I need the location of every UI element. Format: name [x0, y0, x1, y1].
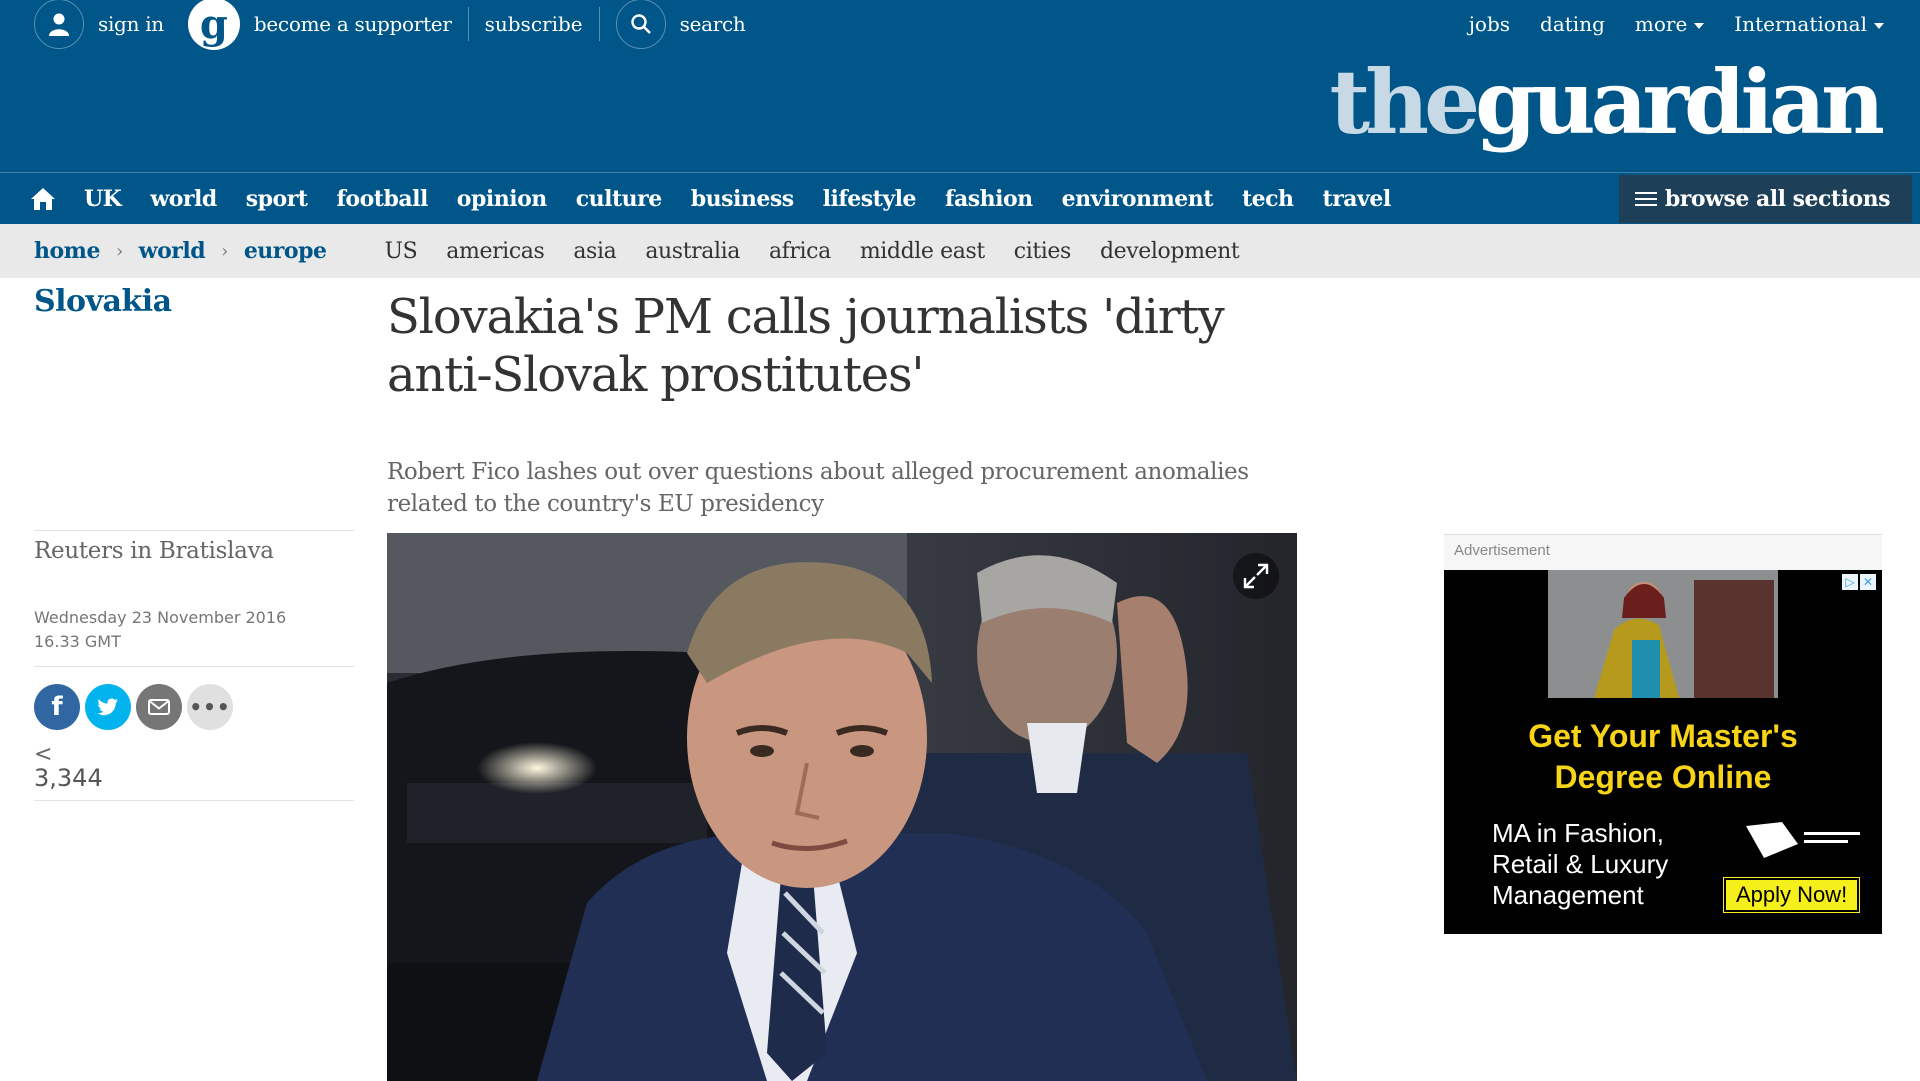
nav-environment[interactable]: environment: [1062, 186, 1214, 212]
subnav-middle-east[interactable]: middle east: [860, 239, 985, 264]
divider: [467, 7, 469, 41]
chevron-down-icon: [1874, 22, 1884, 29]
ad-headline-line-1: Get Your Master's: [1528, 718, 1798, 754]
subnav-asia[interactable]: asia: [573, 239, 616, 264]
share-icon: <: [34, 742, 53, 767]
nav-opinion[interactable]: opinion: [457, 186, 547, 212]
main-image-illustration: [387, 533, 1297, 1081]
menu-icon: [1634, 188, 1657, 210]
ad-image: [1548, 570, 1778, 698]
search-link[interactable]: search: [615, 0, 746, 49]
subnav-us[interactable]: US: [384, 239, 417, 264]
edition-label: International: [1734, 12, 1867, 36]
divider: [598, 7, 600, 41]
ad-headline-line-2: Degree Online: [1554, 759, 1772, 795]
more-icon[interactable]: •••: [187, 684, 233, 730]
subnav-australia[interactable]: australia: [645, 239, 740, 264]
ad-body: MA in Fashion, Retail & Luxury Managemen…: [1492, 818, 1668, 911]
subnav-cities[interactable]: cities: [1014, 239, 1072, 264]
ad-school-logo: [1746, 822, 1860, 858]
edition-menu[interactable]: International: [1734, 12, 1884, 36]
share-count: < 3,344: [34, 742, 103, 793]
main-image[interactable]: [387, 533, 1297, 1081]
nav-fashion[interactable]: fashion: [945, 186, 1033, 212]
user-icon: [34, 0, 84, 49]
sign-in-label: sign in: [98, 12, 164, 36]
guardian-g-logo: g: [187, 0, 240, 50]
advertisement[interactable]: ▷ ✕ Get Your Master's Degree Online MA i…: [1444, 570, 1882, 934]
twitter-icon[interactable]: [85, 684, 131, 730]
divider: [34, 530, 354, 531]
nav-sport[interactable]: sport: [246, 186, 308, 212]
logo-the: the: [1329, 50, 1481, 154]
logo-guardian: guardian: [1475, 50, 1885, 154]
subscribe-link[interactable]: subscribe: [485, 12, 583, 36]
sign-in-link[interactable]: sign in: [34, 0, 164, 49]
ad-choices-icon: ▷: [1842, 574, 1858, 590]
main-nav: UK world sport football opinion culture …: [0, 172, 1920, 224]
nav-uk[interactable]: UK: [84, 186, 122, 212]
top-bar: sign in g become a supporter subscribe s…: [34, 0, 746, 50]
ad-headline: Get Your Master's Degree Online: [1444, 716, 1882, 798]
search-icon: [615, 0, 666, 49]
divider: [34, 666, 354, 667]
search-label: search: [679, 12, 746, 36]
ad-body-line-1: MA in Fashion,: [1492, 818, 1664, 848]
close-icon: ✕: [1860, 574, 1876, 590]
become-supporter-link[interactable]: g become a supporter: [164, 0, 452, 50]
breadcrumb-home[interactable]: home: [34, 238, 100, 264]
ad-label: Advertisement: [1454, 542, 1550, 559]
breadcrumb: home › world › europe: [34, 238, 327, 264]
byline: Reuters in Bratislava: [34, 538, 274, 564]
become-supporter-label: become a supporter: [253, 12, 452, 36]
ad-body-line-2: Retail & Luxury: [1492, 849, 1669, 879]
nav-travel[interactable]: travel: [1323, 186, 1392, 212]
share-count-value: 3,344: [34, 764, 103, 792]
chevron-down-icon: [1694, 22, 1705, 29]
nav-lifestyle[interactable]: lifestyle: [823, 186, 917, 212]
jobs-link[interactable]: jobs: [1469, 12, 1510, 36]
nav-football[interactable]: football: [336, 186, 428, 212]
more-menu[interactable]: more: [1634, 12, 1705, 36]
nav-business[interactable]: business: [691, 186, 794, 212]
browse-label: browse all sections: [1664, 186, 1891, 212]
browse-all-sections-button[interactable]: browse all sections: [1618, 175, 1912, 223]
standfirst: Robert Fico lashes out over questions ab…: [387, 459, 1249, 517]
publish-day: Wednesday 23 November 2016: [34, 608, 287, 627]
expand-icon[interactable]: [1233, 553, 1279, 599]
ad-body-line-3: Management: [1492, 880, 1644, 910]
divider: [34, 800, 354, 801]
chevron-right-icon: ›: [115, 240, 123, 262]
nav-culture[interactable]: culture: [576, 186, 663, 212]
subnav-americas[interactable]: americas: [446, 239, 544, 264]
email-icon[interactable]: [136, 684, 182, 730]
guardian-logo[interactable]: theguardian: [1329, 50, 1885, 154]
section-label[interactable]: Slovakia: [34, 284, 172, 319]
region-links: US americas asia australia africa middle…: [384, 239, 1239, 264]
top-right-links: jobs dating more International: [1469, 0, 1884, 48]
more-label: more: [1634, 12, 1688, 36]
publish-date: Wednesday 23 November 2016 16.33 GMT: [34, 606, 286, 654]
sub-nav: home › world › europe US americas asia a…: [0, 224, 1920, 278]
dating-link[interactable]: dating: [1540, 12, 1605, 36]
ad-label-bar: Advertisement: [1444, 534, 1882, 570]
facebook-icon[interactable]: f: [34, 684, 80, 730]
subnav-development[interactable]: development: [1100, 239, 1240, 264]
subnav-africa[interactable]: africa: [769, 239, 831, 264]
ad-choices[interactable]: ▷ ✕: [1842, 574, 1876, 590]
breadcrumb-world[interactable]: world: [139, 238, 206, 264]
headline: Slovakia's PM calls journalists 'dirty a…: [387, 289, 1225, 403]
chevron-right-icon: ›: [221, 240, 228, 262]
share-buttons: f •••: [34, 684, 233, 730]
home-icon[interactable]: [30, 187, 56, 211]
masthead: sign in g become a supporter subscribe s…: [0, 0, 1920, 172]
nav-world[interactable]: world: [150, 186, 217, 212]
apply-now-button[interactable]: Apply Now!: [1722, 877, 1861, 913]
breadcrumb-europe[interactable]: europe: [244, 238, 327, 264]
nav-tech[interactable]: tech: [1242, 186, 1294, 212]
publish-time: 16.33 GMT: [34, 632, 121, 651]
